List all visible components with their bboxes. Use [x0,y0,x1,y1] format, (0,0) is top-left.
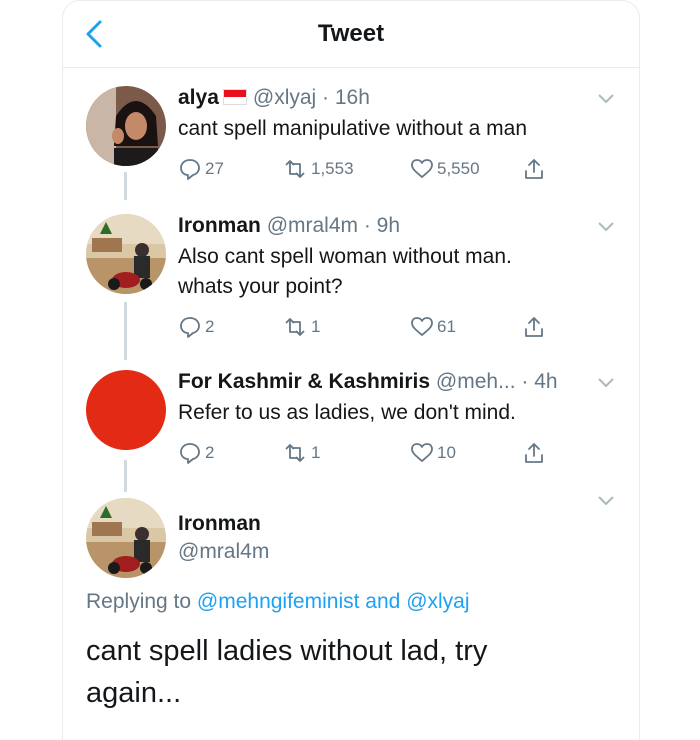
author-name[interactable]: Ironman [178,214,261,237]
reply-button[interactable]: 2 [178,440,214,466]
like-count: 10 [437,443,456,462]
reply-count: 2 [205,443,215,462]
tweet-actions: 27 1,553 5,550 [178,156,558,182]
avatar[interactable] [86,86,166,166]
main-tweet-text: cant spell ladies without lad, try again… [86,635,488,709]
replying-to-line: Replying to @mehngifeminist and @xlyaj [86,590,470,614]
share-icon [525,317,543,337]
like-button[interactable]: 61 [410,314,456,340]
like-button[interactable]: 10 [410,440,456,466]
tweet-author-line: alya @xlyaj · 16h [178,86,370,110]
author-handle-time: @meh... · 4h [435,370,558,393]
mention-link[interactable]: @mehngifeminist [197,590,360,613]
author-handle-time: @mral4m · 9h [266,214,401,237]
indonesia-flag-icon [222,89,247,105]
author-handle[interactable]: @mral4m [178,540,269,563]
author-name[interactable]: alya [178,86,219,109]
thread-line [124,172,127,200]
retweet-count: 1 [311,443,321,462]
reply-icon [180,159,200,180]
like-icon [411,159,433,178]
avatar[interactable] [86,498,166,578]
reply-icon [180,443,200,464]
tweet-text-line: whats your point? [178,275,343,298]
chevron-down-icon[interactable] [596,92,616,106]
retweet-count: 1,553 [311,159,354,178]
retweet-icon [285,318,305,336]
reply-button[interactable]: 2 [178,314,214,340]
tweet-author-line: For Kashmir & Kashmiris @meh... · 4h [178,370,558,394]
like-icon [411,443,433,462]
main-author-name-line: Ironman [178,512,261,536]
page-title: Tweet [317,20,385,47]
retweet-count: 1 [311,317,321,336]
chevron-down-icon[interactable] [596,494,616,508]
retweet-button[interactable]: 1 [282,440,320,466]
reply-icon [180,317,200,338]
replying-prefix: Replying to [86,590,192,613]
chevron-down-icon[interactable] [596,376,616,390]
share-button[interactable] [522,314,549,340]
avatar[interactable] [86,370,166,450]
author-name[interactable]: For Kashmir & Kashmiris [178,370,430,393]
tweet-text: cant spell manipulative without a man [178,117,528,140]
tweet-author-line: Ironman @mral4m · 9h [178,214,400,238]
like-count: 61 [437,317,456,336]
author-handle-time: @xlyaj · 16h [252,86,370,109]
retweet-button[interactable]: 1,553 [282,156,354,182]
tweet-actions: 2 1 10 [178,440,558,466]
retweet-icon [285,444,305,462]
thread-line [124,302,127,360]
reply-count: 2 [205,317,215,336]
page-header: Tweet [62,0,640,68]
like-count: 5,550 [437,159,480,178]
reply-button[interactable]: 27 [178,156,224,182]
share-button[interactable] [522,440,549,466]
share-button[interactable] [522,156,549,182]
main-author-handle-line: @mral4m [178,540,269,564]
share-icon [525,443,543,463]
chevron-down-icon[interactable] [596,220,616,234]
retweet-icon [285,160,305,178]
avatar[interactable] [86,214,166,294]
tweet-actions: 2 1 61 [178,314,558,340]
reply-count: 27 [205,159,224,178]
thread-line [124,460,127,492]
share-icon [525,159,543,179]
author-name[interactable]: Ironman [178,512,261,535]
replying-and[interactable]: and [365,590,400,613]
tweet-text: Refer to us as ladies, we don't mind. [178,401,516,424]
retweet-button[interactable]: 1 [282,314,320,340]
tweet-text-line: Also cant spell woman without man. [178,245,512,268]
like-button[interactable]: 5,550 [410,156,480,182]
mention-link[interactable]: @xlyaj [406,590,469,613]
like-icon [411,317,433,336]
